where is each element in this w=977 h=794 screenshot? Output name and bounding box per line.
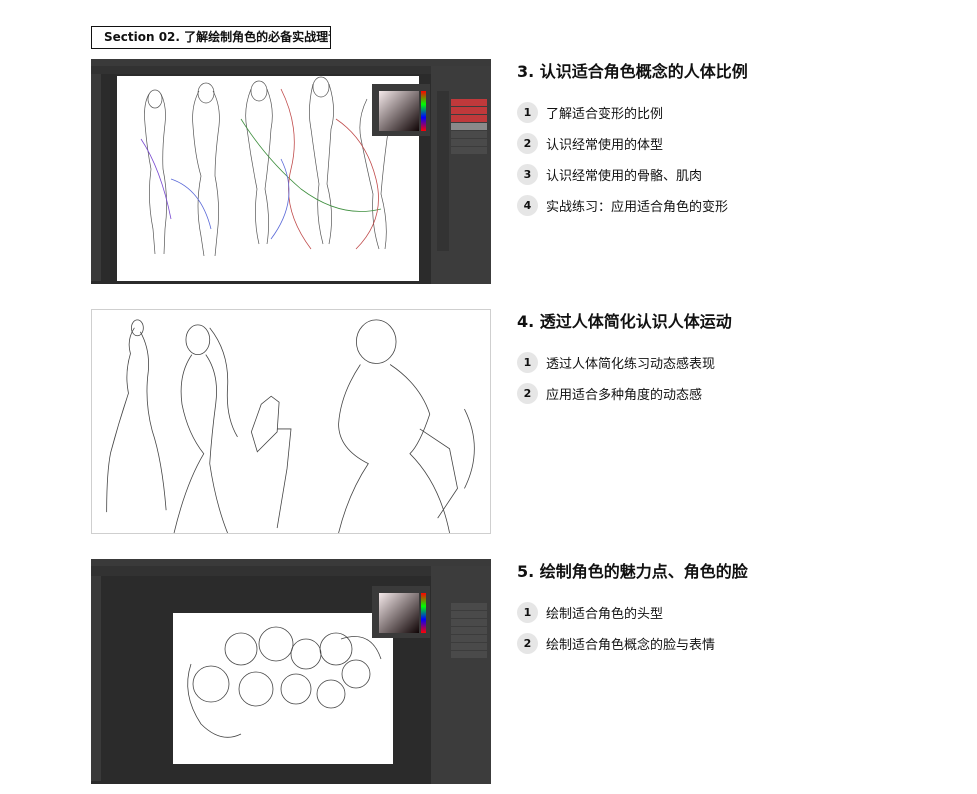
- screenshot-figure-simplification: [91, 309, 491, 534]
- item-number-badge: 2: [517, 633, 538, 654]
- screenshot-body-proportions: [91, 59, 491, 284]
- item-number-badge: 2: [517, 133, 538, 154]
- item-label: 应用适合多种角度的动态感: [546, 388, 703, 403]
- item-label: 实战练习：应用适合角色的变形: [546, 200, 729, 215]
- photoshop-window-illustration: [91, 59, 491, 284]
- item-number-badge: 1: [517, 102, 538, 123]
- list-item: 4 实战练习：应用适合角色的变形: [517, 190, 957, 221]
- item-label: 认识经常使用的体型: [546, 138, 664, 153]
- chapter-title: 3. 认识适合角色概念的人体比例: [517, 62, 748, 81]
- item-number-badge: 2: [517, 383, 538, 404]
- chapter-block-3: 3. 认识适合角色概念的人体比例 1 了解适合变形的比例 2 认识经常使用的体型…: [517, 61, 957, 221]
- item-number-badge: 1: [517, 602, 538, 623]
- chapter-item-list: 1 绘制适合角色的头型 2 绘制适合角色概念的脸与表情: [517, 597, 957, 659]
- sketch-illustration: [106, 319, 475, 533]
- photoshop-window-illustration-faces: [91, 559, 491, 784]
- section-label: Section 02. 了解绘制角色的必备实战理论: [91, 26, 331, 49]
- item-label: 透过人体简化练习动态感表现: [546, 357, 716, 372]
- chapter-block-4: 4. 透过人体简化认识人体运动 1 透过人体简化练习动态感表现 2 应用适合多种…: [517, 311, 957, 409]
- list-item: 1 了解适合变形的比例: [517, 97, 957, 128]
- chapter-item-list: 1 透过人体简化练习动态感表现 2 应用适合多种角度的动态感: [517, 347, 957, 409]
- list-item: 1 透过人体简化练习动态感表现: [517, 347, 957, 378]
- chapter-title: 4. 透过人体简化认识人体运动: [517, 312, 732, 331]
- list-item: 2 应用适合多种角度的动态感: [517, 378, 957, 409]
- list-item: 2 绘制适合角色概念的脸与表情: [517, 628, 957, 659]
- list-item: 2 认识经常使用的体型: [517, 128, 957, 159]
- chapter-title: 5. 绘制角色的魅力点、角色的脸: [517, 562, 748, 581]
- list-item: 1 绘制适合角色的头型: [517, 597, 957, 628]
- item-label: 绘制适合角色概念的脸与表情: [546, 638, 716, 653]
- item-number-badge: 3: [517, 164, 538, 185]
- item-label: 了解适合变形的比例: [546, 107, 664, 122]
- item-label: 认识经常使用的骨骼、肌肉: [546, 169, 703, 184]
- screenshot-character-faces: [91, 559, 491, 784]
- list-item: 3 认识经常使用的骨骼、肌肉: [517, 159, 957, 190]
- chapter-block-5: 5. 绘制角色的魅力点、角色的脸 1 绘制适合角色的头型 2 绘制适合角色概念的…: [517, 561, 957, 659]
- item-number-badge: 4: [517, 195, 538, 216]
- chapter-item-list: 1 了解适合变形的比例 2 认识经常使用的体型 3 认识经常使用的骨骼、肌肉 4…: [517, 97, 957, 221]
- item-number-badge: 1: [517, 352, 538, 373]
- item-label: 绘制适合角色的头型: [546, 607, 664, 622]
